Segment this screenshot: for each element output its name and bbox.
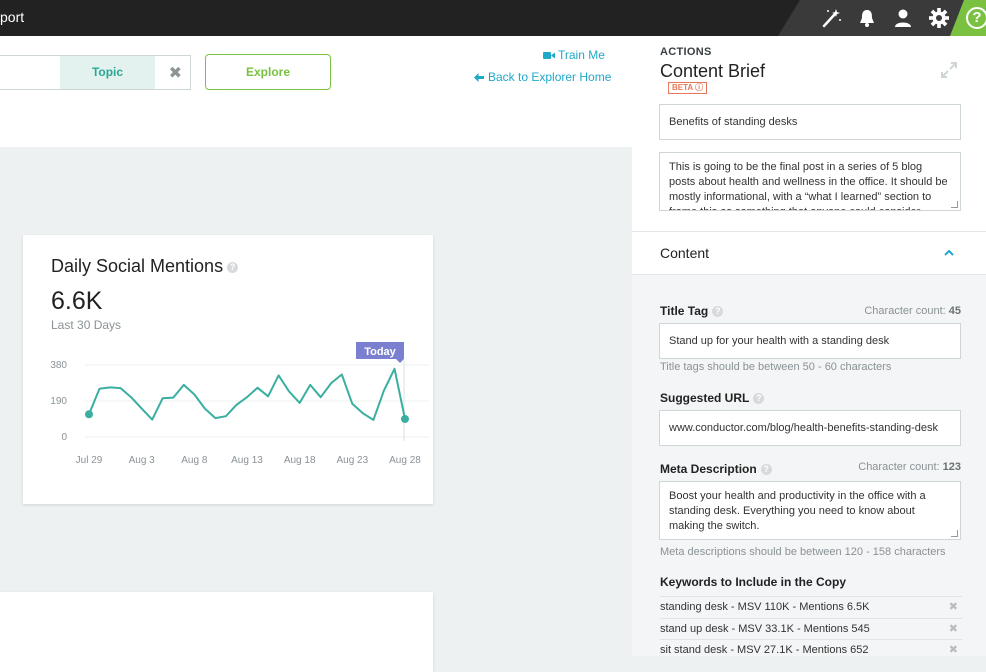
title-tag-hint: Title tags should be between 50 - 60 cha…	[660, 361, 892, 373]
help-icon[interactable]: ?	[712, 306, 724, 318]
remove-icon[interactable]: ✖	[949, 597, 958, 618]
help-icon: ?	[966, 7, 986, 29]
x-tick-label: Aug 3	[129, 455, 156, 466]
x-tick-label: Aug 23	[336, 455, 368, 466]
remove-icon[interactable]: ✖	[949, 640, 958, 661]
help-icon[interactable]: ?	[753, 393, 765, 405]
keyword-text: stand up desk - MSV 33.1K - Mentions 545	[660, 623, 870, 635]
y-tick-label: 190	[50, 396, 67, 407]
series-line	[88, 367, 406, 421]
meta-description-text: Boost your health and productivity in th…	[669, 490, 926, 532]
meta-description-label: Meta Description?	[660, 462, 772, 476]
count-value: 45	[948, 305, 961, 317]
title-tag-character-count: Character count: 45	[864, 305, 961, 317]
search-input[interactable]: Topic ✖	[0, 55, 191, 90]
video-camera-icon	[543, 52, 555, 59]
explore-button[interactable]: Explore	[205, 54, 331, 90]
suggested-url-input[interactable]: www.conductor.com/blog/health-benefits-s…	[659, 410, 961, 446]
content-section-label: Content	[660, 245, 710, 261]
help-icon[interactable]: ?	[760, 464, 772, 476]
meta-description-textarea[interactable]: Boost your health and productivity in th…	[659, 481, 961, 540]
x-tick-label: Aug 8	[181, 455, 208, 466]
mentions-line-chart: 380 190 0 Jul 29 Aug 3 Aug 8 Aug 13 Aug 18 Aug …	[50, 342, 429, 466]
data-point	[401, 415, 409, 423]
title-tag-label-text: Title Tag	[660, 304, 709, 318]
bell-icon[interactable]	[856, 8, 878, 28]
title-tag-label: Title Tag?	[660, 304, 724, 318]
topic-chip[interactable]: Topic	[60, 56, 155, 89]
x-tick-label: Aug 13	[231, 455, 263, 466]
count-label: Character count:	[864, 305, 946, 317]
train-me-link[interactable]: Train Me	[543, 48, 605, 62]
meta-description-hint: Meta descriptions should be between 120 …	[660, 546, 946, 558]
explorer-header: Topic ✖ Explore Train Me Back to Explore…	[0, 36, 632, 147]
user-icon[interactable]	[892, 8, 914, 28]
train-me-label: Train Me	[558, 48, 605, 62]
beta-badge: BETA ⓘ	[668, 82, 708, 94]
resize-handle[interactable]	[951, 530, 958, 537]
gear-icon[interactable]	[928, 8, 950, 28]
topic-field[interactable]: Benefits of standing desks	[659, 104, 961, 140]
resize-handle[interactable]	[951, 201, 958, 208]
keyword-item: stand up desk - MSV 33.1K - Mentions 545…	[660, 618, 962, 639]
content-section-header[interactable]: Content	[632, 231, 986, 275]
x-tick-label: Jul 29	[76, 455, 103, 466]
keyword-text: sit stand desk - MSV 27.1K - Mentions 65…	[660, 644, 869, 656]
actions-label: ACTIONS	[660, 46, 712, 58]
app-title: port	[0, 9, 25, 25]
title-tag-input[interactable]: Stand up for your health with a standing…	[659, 323, 961, 359]
count-value: 123	[942, 461, 961, 473]
meta-description-character-count: Character count: 123	[858, 461, 961, 473]
panel-title: Content Brief	[660, 61, 766, 81]
data-point	[85, 410, 93, 419]
count-label: Character count:	[858, 461, 940, 473]
arrow-left-icon	[474, 73, 484, 82]
chevron-up-icon[interactable]	[943, 247, 955, 259]
notes-text: This is going to be the final post in a …	[669, 161, 948, 210]
y-tick-label: 0	[61, 432, 67, 443]
expand-icon[interactable]	[940, 61, 958, 79]
magic-wand-icon[interactable]	[820, 8, 842, 28]
keyword-item: standing desk - MSV 110K - Mentions 6.5K…	[660, 596, 962, 617]
suggested-url-label: Suggested URL?	[660, 391, 765, 405]
remove-icon[interactable]: ✖	[949, 619, 958, 640]
content-brief-panel: ACTIONS Content Brief BETA ⓘ Benefits of…	[632, 36, 986, 656]
daily-social-mentions-card: Daily Social Mentions? 6.6K Last 30 Days…	[23, 235, 433, 504]
secondary-card	[0, 592, 433, 672]
x-tick-label: Aug 18	[284, 455, 316, 466]
meta-description-label-text: Meta Description	[660, 462, 757, 476]
x-tick-label: Aug 28	[389, 455, 421, 466]
keyword-text: standing desk - MSV 110K - Mentions 6.5K	[660, 601, 870, 613]
keyword-item: sit stand desk - MSV 27.1K - Mentions 65…	[660, 639, 962, 660]
close-icon[interactable]: ✖	[169, 63, 182, 83]
keywords-label: Keywords to Include in the Copy	[660, 575, 847, 589]
content-section-body: Title Tag? Character count: 45 Stand up …	[632, 275, 986, 656]
suggested-url-label-text: Suggested URL	[660, 391, 750, 405]
back-to-explorer-link[interactable]: Back to Explorer Home	[474, 70, 611, 84]
top-bar: port ?	[0, 0, 986, 36]
today-label: Today	[364, 346, 396, 358]
y-tick-label: 380	[50, 360, 67, 371]
notes-textarea[interactable]: This is going to be the final post in a …	[659, 152, 961, 211]
back-home-label: Back to Explorer Home	[488, 70, 612, 84]
